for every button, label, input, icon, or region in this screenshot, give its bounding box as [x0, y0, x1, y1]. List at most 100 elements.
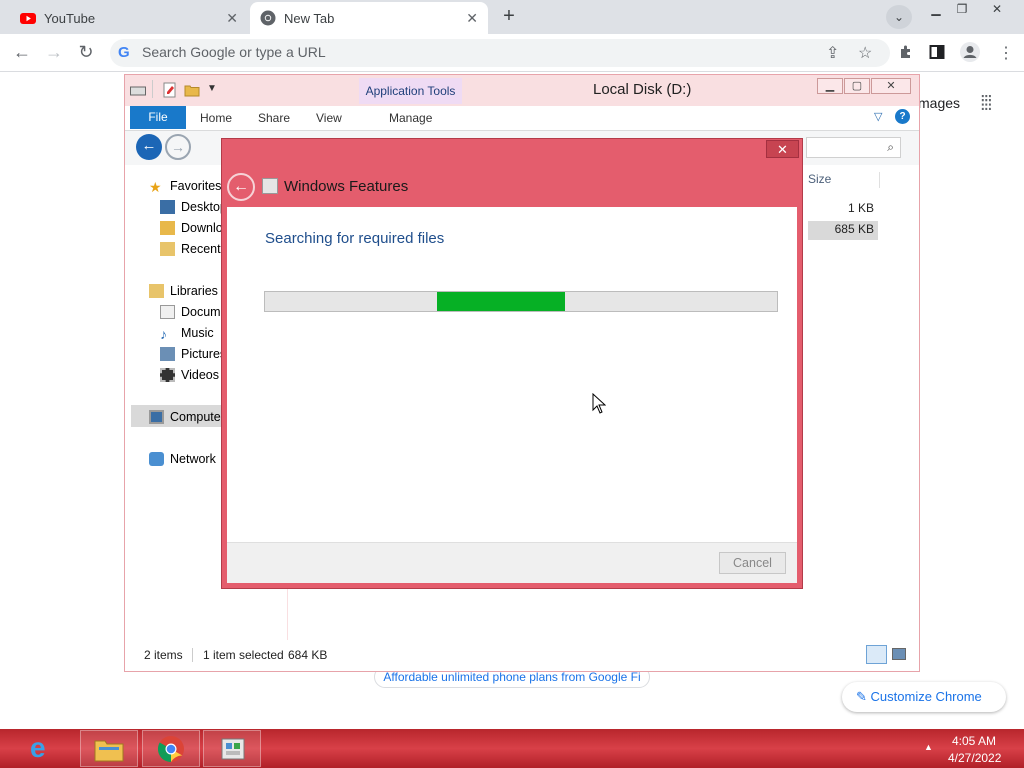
tab-file[interactable]: File — [130, 106, 186, 129]
minimize-icon[interactable]: ▁ — [925, 2, 947, 18]
properties-icon[interactable] — [162, 82, 178, 98]
back-arrow-icon[interactable]: ← — [136, 134, 162, 160]
close-icon[interactable]: ✕ — [766, 140, 799, 158]
cancel-button[interactable]: Cancel — [719, 552, 786, 574]
nav-desktop[interactable]: Desktop — [160, 198, 227, 216]
internet-explorer-icon[interactable]: e — [30, 732, 46, 764]
help-icon[interactable]: ? — [895, 109, 910, 124]
taskbar-chrome[interactable] — [142, 730, 200, 767]
profile-avatar-icon[interactable] — [959, 41, 981, 63]
tab-home[interactable]: Home — [200, 111, 232, 125]
dialog-body — [227, 207, 797, 583]
chrome-icon — [157, 736, 184, 763]
tab-manage[interactable]: Manage — [389, 111, 432, 125]
status-selected: 1 item selected — [203, 648, 284, 662]
column-divider — [879, 172, 880, 188]
close-tab-icon[interactable]: ✕ — [466, 10, 478, 26]
close-tab-icon[interactable]: ✕ — [226, 10, 238, 26]
search-icon: ⌕ — [887, 140, 894, 154]
tab-search-button[interactable]: ⌄ — [886, 5, 912, 29]
minimize-icon[interactable]: ▁ — [817, 78, 843, 94]
libraries-icon — [149, 284, 164, 298]
qat-dropdown-icon[interactable]: ▼ — [207, 83, 217, 94]
downloads-icon — [160, 221, 175, 235]
share-icon[interactable]: ⇪ — [826, 43, 839, 63]
images-link[interactable]: mages — [918, 95, 960, 111]
forward-arrow-icon[interactable]: → — [165, 134, 191, 160]
separator — [192, 648, 193, 662]
windows-features-icon — [262, 178, 278, 194]
mouse-cursor-icon — [592, 393, 606, 414]
progress-fill — [437, 292, 565, 311]
omnibox-placeholder[interactable]: Search Google or type a URL — [142, 44, 326, 60]
tab-youtube[interactable]: YouTube ✕ — [8, 2, 248, 34]
reload-icon[interactable]: ↻ — [75, 42, 97, 64]
dialog-title: Windows Features — [284, 178, 409, 195]
network-icon — [149, 452, 164, 466]
clock-date[interactable]: 4/27/2022 — [948, 751, 1001, 765]
chrome-icon — [260, 10, 276, 26]
status-selected-size: 684 KB — [288, 648, 328, 662]
tab-label: YouTube — [44, 10, 96, 26]
status-item-count: 2 items — [144, 648, 183, 662]
new-folder-icon[interactable] — [184, 82, 200, 98]
nav-recent[interactable]: Recent — [160, 240, 221, 258]
desktop-icon — [160, 200, 175, 214]
videos-icon — [160, 368, 175, 382]
star-icon: ★ — [149, 179, 162, 195]
side-panel-icon[interactable] — [929, 44, 945, 60]
application-tools-tab[interactable]: Application Tools — [359, 78, 462, 104]
nav-network[interactable]: Network — [149, 450, 216, 468]
details-view-icon[interactable] — [866, 645, 887, 664]
explorer-title: Local Disk (D:) — [593, 81, 692, 98]
taskbar-windows-features[interactable] — [203, 730, 261, 767]
back-arrow-icon[interactable]: ← — [227, 173, 255, 201]
music-icon: ♪ — [160, 326, 167, 342]
extensions-icon[interactable] — [898, 44, 914, 60]
back-arrow-icon[interactable]: ← — [11, 42, 33, 64]
tray-expand-icon[interactable]: ▲ — [924, 742, 933, 752]
customize-chrome-button[interactable]: ✎ Customize Chrome — [842, 682, 1006, 712]
documents-icon — [160, 305, 175, 319]
nav-downloads[interactable]: Downlo — [160, 219, 223, 237]
close-window-icon[interactable]: ✕ — [986, 2, 1008, 18]
restore-icon[interactable]: ❐ — [951, 2, 973, 18]
tab-new-tab[interactable]: New Tab ✕ — [250, 2, 488, 34]
computer-icon — [149, 410, 164, 424]
bookmark-star-icon[interactable]: ☆ — [858, 43, 872, 63]
drive-icon — [130, 86, 146, 96]
large-icons-view-icon[interactable] — [892, 648, 906, 660]
dialog-message: Searching for required files — [265, 230, 445, 247]
column-header-size[interactable]: Size — [808, 172, 831, 186]
tab-share[interactable]: Share — [258, 111, 290, 125]
ribbon — [125, 106, 919, 131]
menu-kebab-icon[interactable]: ⋮ — [998, 43, 1014, 63]
explorer-search-box[interactable]: ⌕ — [806, 137, 901, 158]
nav-music[interactable]: ♪ Music — [160, 324, 214, 342]
close-window-icon[interactable]: ✕ — [871, 78, 911, 94]
tab-label: New Tab — [284, 10, 335, 26]
forward-arrow-icon[interactable]: → — [43, 42, 65, 64]
tab-view[interactable]: View — [316, 111, 342, 125]
maximize-icon[interactable]: ▢ — [844, 78, 870, 94]
new-tab-button[interactable]: + — [498, 6, 520, 28]
expand-ribbon-icon[interactable]: ▽ — [874, 110, 882, 123]
recent-places-icon — [160, 242, 175, 256]
dialog-footer — [227, 542, 797, 583]
nav-pictures[interactable]: Pictures — [160, 345, 226, 363]
windows-features-icon — [221, 738, 245, 760]
nav-documents[interactable]: Docum — [160, 303, 221, 321]
separator — [152, 80, 153, 98]
nav-libraries[interactable]: Libraries — [149, 282, 218, 300]
customize-label: Customize Chrome — [870, 689, 982, 704]
nav-videos[interactable]: Videos — [160, 366, 219, 384]
pictures-icon — [160, 347, 175, 361]
google-apps-icon[interactable]: ⁞⁞⁞ — [980, 93, 993, 116]
nav-computer[interactable]: Compute — [149, 408, 221, 426]
google-icon: G — [118, 44, 130, 61]
nav-favorites[interactable]: ★ Favorites — [149, 177, 221, 195]
file-explorer-icon — [94, 740, 124, 762]
taskbar-file-explorer[interactable] — [80, 730, 138, 767]
clock-time[interactable]: 4:05 AM — [952, 734, 996, 748]
file-size: 685 KB — [834, 222, 874, 236]
